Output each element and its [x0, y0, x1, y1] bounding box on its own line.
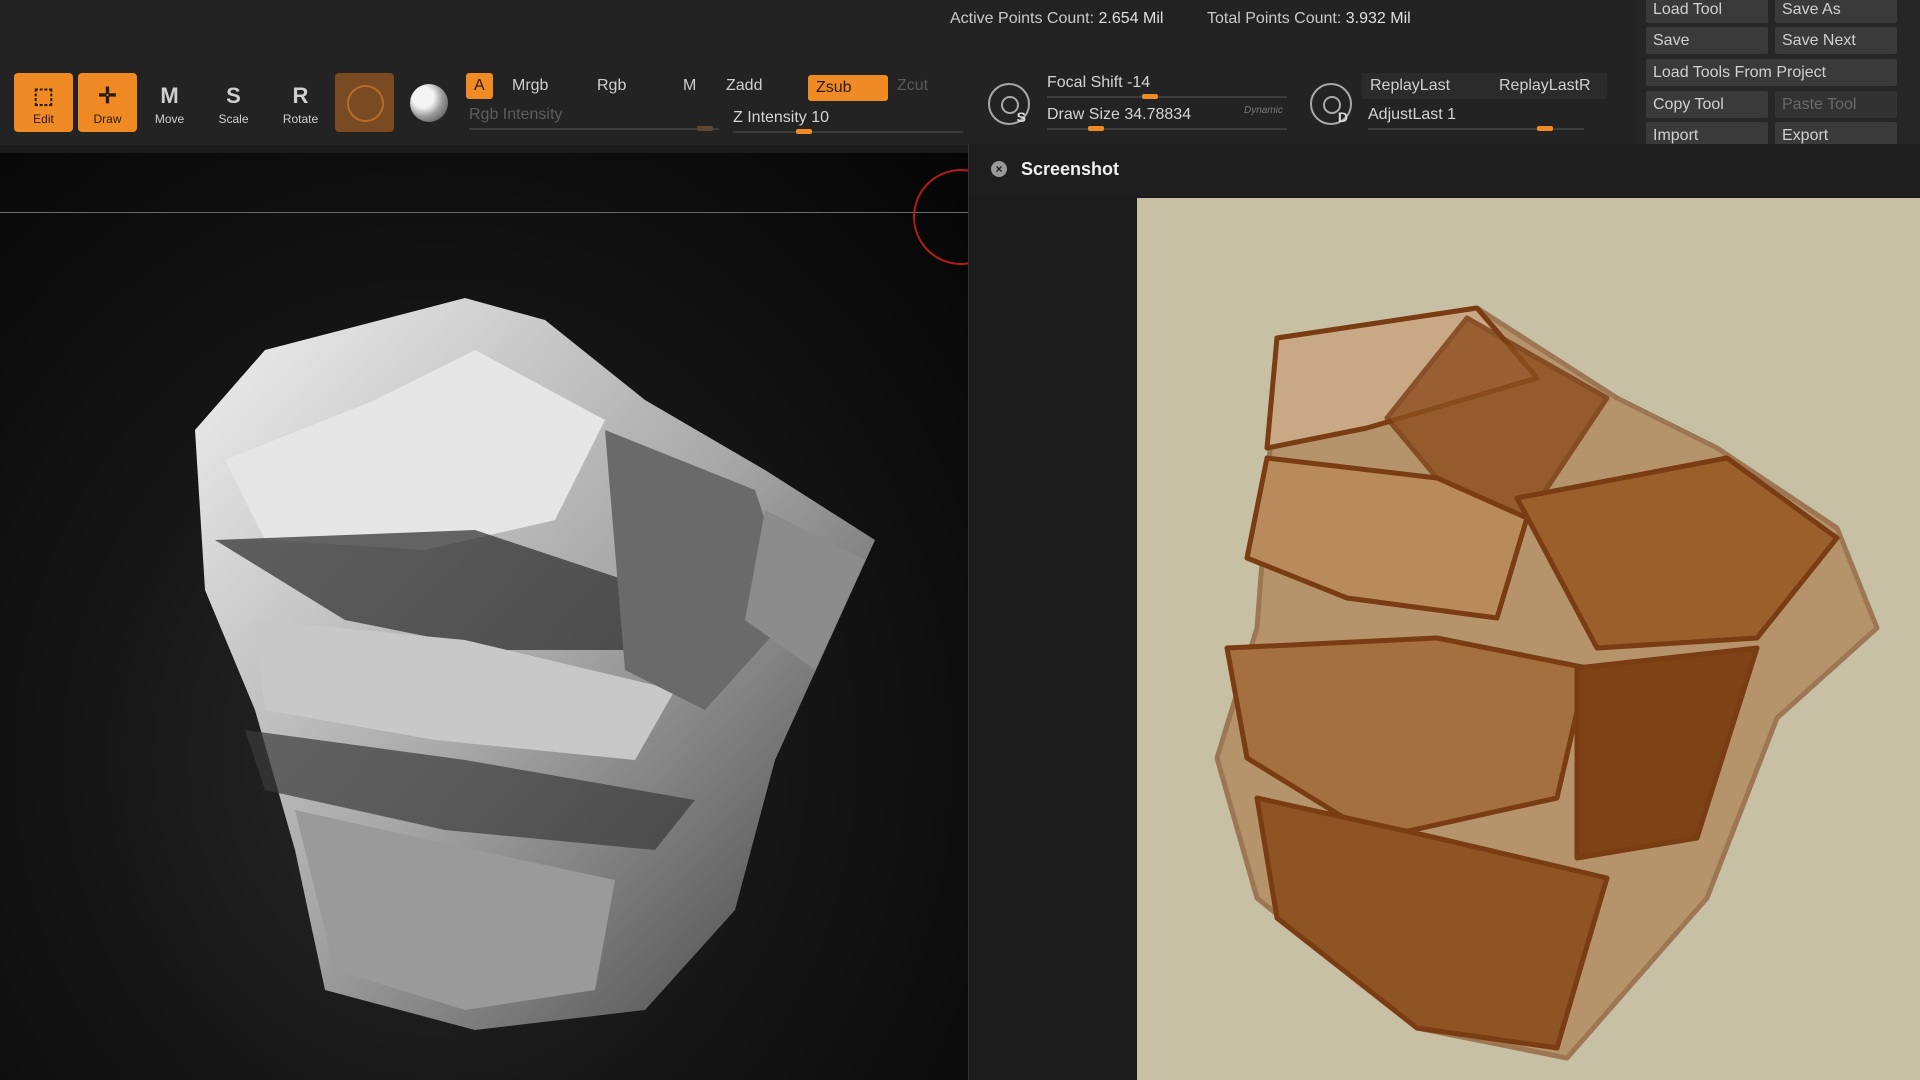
stroke-s-icon[interactable]: S	[988, 83, 1030, 125]
viewport-horizon-line	[0, 212, 968, 213]
focal-shift-slider[interactable]	[1047, 96, 1287, 98]
edit-icon: ⬚	[33, 83, 54, 108]
rotate-button[interactable]: R Rotate	[271, 73, 330, 132]
stroke-d-letter: D	[1337, 109, 1348, 125]
save-next-button[interactable]: Save Next	[1775, 27, 1897, 54]
z-intensity-label: Z Intensity 10	[733, 109, 830, 126]
total-points-label: Total Points Count:	[1207, 10, 1342, 27]
sculpted-rock-model[interactable]	[175, 290, 895, 1030]
a-toggle[interactable]: A	[466, 73, 493, 99]
draw-icon: ✛	[98, 83, 117, 108]
reference-sketch-drawing	[1137, 198, 1920, 1080]
copy-tool-button[interactable]: Copy Tool	[1646, 91, 1768, 118]
stroke-s-letter: S	[1016, 109, 1026, 125]
screenshot-panel-header: × Screenshot	[969, 144, 1920, 196]
move-label: Move	[154, 112, 185, 126]
scale-icon: S	[226, 83, 241, 108]
edit-button[interactable]: ⬚ Edit	[14, 73, 73, 132]
save-as-button[interactable]: Save As	[1775, 0, 1897, 23]
total-points-count: Total Points Count: 3.932 Mil	[1207, 10, 1411, 28]
focal-shift-label: Focal Shift -14	[1047, 74, 1151, 91]
dynamic-toggle[interactable]: Dynamic	[1244, 105, 1283, 116]
stroke-d-icon[interactable]: D	[1310, 83, 1352, 125]
matcap-sphere-icon[interactable]	[410, 84, 448, 122]
active-points-label: Active Points Count:	[950, 10, 1095, 27]
z-intensity-knob[interactable]	[796, 129, 812, 134]
screenshot-panel-title: Screenshot	[1021, 159, 1120, 179]
zcut-toggle[interactable]: Zcut	[897, 73, 928, 99]
move-icon: M	[160, 83, 179, 108]
active-points-value: 2.654 Mil	[1098, 10, 1164, 27]
move-button[interactable]: M Move	[140, 73, 199, 132]
close-icon[interactable]: ×	[991, 161, 1007, 177]
rgb-intensity-knob[interactable]	[697, 126, 713, 131]
total-points-value: 3.932 Mil	[1345, 10, 1411, 27]
draw-label: Draw	[93, 112, 122, 126]
zadd-toggle[interactable]: Zadd	[726, 73, 762, 99]
load-tools-from-project-button[interactable]: Load Tools From Project	[1646, 59, 1897, 86]
material-swatch-icon	[347, 85, 384, 122]
edit-label: Edit	[33, 112, 54, 126]
save-button[interactable]: Save	[1646, 27, 1768, 54]
m-toggle[interactable]: M	[683, 73, 696, 99]
rotate-label: Rotate	[282, 112, 319, 126]
scale-button[interactable]: S Scale	[204, 73, 263, 132]
material-button[interactable]	[335, 73, 394, 132]
draw-size-label: Draw Size 34.78834	[1047, 106, 1192, 123]
scale-label: Scale	[218, 112, 249, 126]
draw-size-slider[interactable]	[1047, 128, 1287, 130]
replay-last-rel-button[interactable]: ReplayLastR	[1491, 73, 1607, 99]
z-intensity-slider[interactable]	[733, 131, 963, 133]
reference-sketch-image	[1137, 198, 1920, 1080]
load-tool-button[interactable]: Load Tool	[1646, 0, 1768, 23]
adjust-last-knob[interactable]	[1537, 126, 1553, 131]
replay-last-button[interactable]: ReplayLast	[1362, 73, 1498, 99]
rgb-intensity-label: Rgb Intensity	[469, 106, 563, 123]
draw-size-knob[interactable]	[1088, 126, 1104, 131]
adjust-last-label: AdjustLast 1	[1368, 106, 1457, 123]
paste-tool-button[interactable]: Paste Tool	[1775, 91, 1897, 118]
mrgb-toggle[interactable]: Mrgb	[512, 73, 548, 99]
rotate-icon: R	[292, 83, 309, 108]
rgb-toggle[interactable]: Rgb	[597, 73, 626, 99]
draw-button[interactable]: ✛ Draw	[78, 73, 137, 132]
active-points-count: Active Points Count: 2.654 Mil	[950, 10, 1163, 28]
rgb-intensity-slider[interactable]	[469, 128, 719, 130]
tool-panel: Load Tool Save As Save Save Next Load To…	[1635, 0, 1920, 149]
screenshot-panel: × Screenshot	[968, 144, 1920, 1080]
zsub-toggle[interactable]: Zsub	[808, 75, 888, 101]
focal-shift-knob[interactable]	[1142, 94, 1158, 99]
